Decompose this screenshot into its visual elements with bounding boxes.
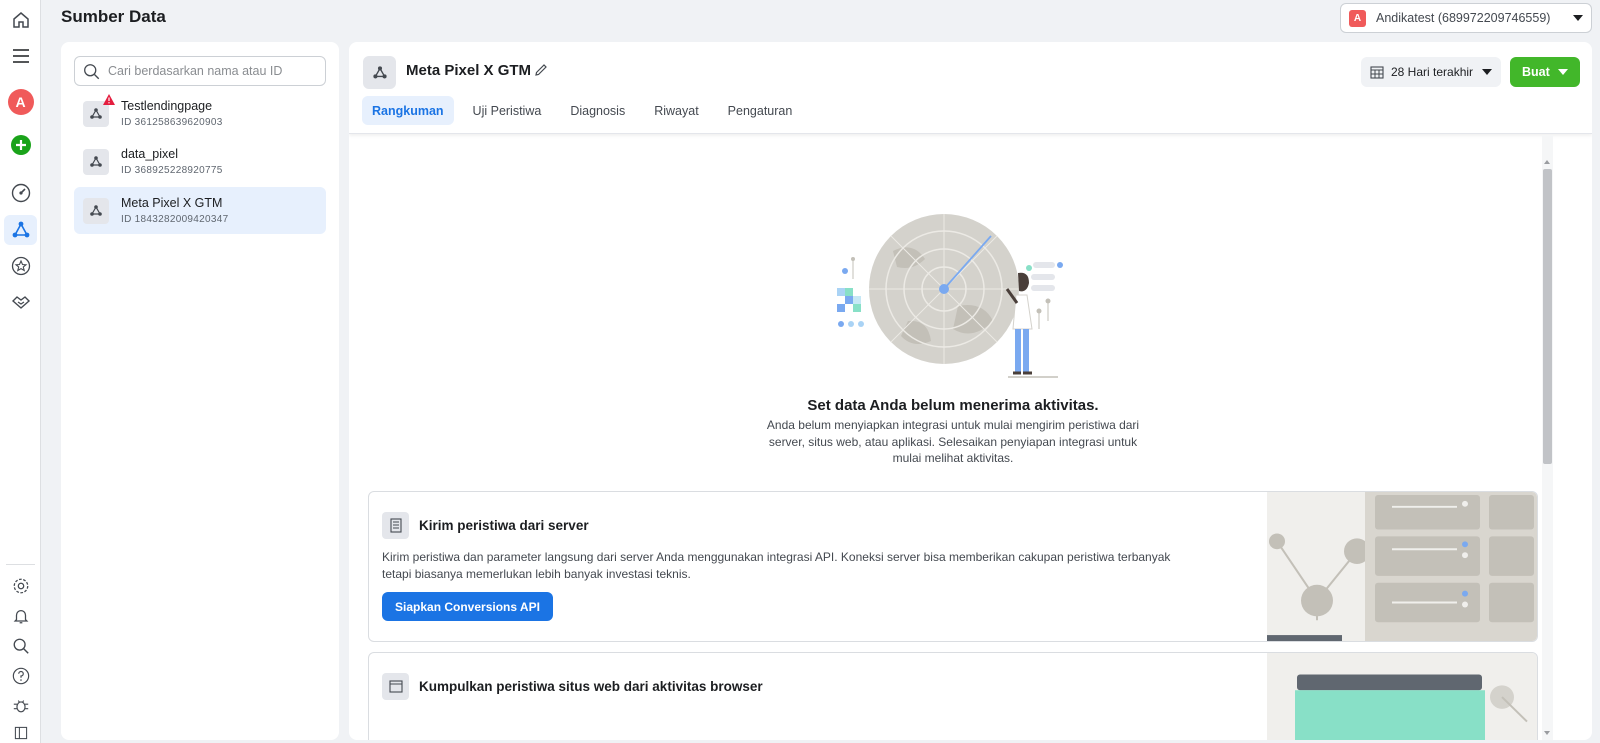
star-icon[interactable] <box>4 251 37 281</box>
server-illustration <box>1267 492 1537 641</box>
tab-pengaturan[interactable]: Pengaturan <box>718 96 803 125</box>
notifications-icon[interactable] <box>4 601 37 631</box>
search-icon <box>84 63 100 79</box>
tab-rangkuman[interactable]: Rangkuman <box>362 96 454 125</box>
search-input[interactable]: Cari berdasarkan nama atau ID <box>74 56 326 86</box>
sidebar-toggle-icon[interactable] <box>4 718 37 743</box>
scroll-down-arrow-icon[interactable] <box>1544 731 1550 735</box>
create-icon[interactable] <box>4 130 37 160</box>
settings-icon[interactable] <box>4 571 37 601</box>
account-badge: A <box>1349 9 1366 27</box>
help-icon[interactable] <box>4 661 37 691</box>
scroll-thumb[interactable] <box>1543 169 1552 464</box>
chevron-down-icon <box>1482 69 1492 75</box>
avatar-letter: A <box>7 89 34 115</box>
list-item[interactable]: data_pixel ID 368925228920775 <box>74 138 326 185</box>
tab-uji-peristiwa[interactable]: Uji Peristiwa <box>463 96 552 125</box>
pencil-icon[interactable] <box>533 62 549 78</box>
warning-icon <box>103 93 115 105</box>
list-item-name: Meta Pixel X GTM <box>121 196 223 210</box>
tab-bar: Rangkuman Uji Peristiwa Diagnosis Riwaya… <box>362 96 811 125</box>
date-range-picker[interactable]: 28 Hari terakhir <box>1361 57 1501 87</box>
list-item-id: ID 1843282009420347 <box>121 214 229 225</box>
dashboard-icon[interactable] <box>4 178 37 208</box>
setup-conversions-api-button[interactable]: Siapkan Conversions API <box>382 592 553 621</box>
search-placeholder: Cari berdasarkan nama atau ID <box>108 64 283 78</box>
chevron-down-icon <box>1558 69 1568 75</box>
pixel-icon <box>83 93 115 127</box>
account-name: Andikatest (689972209746559) <box>1376 11 1551 25</box>
pixel-icon <box>83 197 109 224</box>
browser-illustration <box>1267 653 1537 740</box>
list-item-name: Testlendingpage <box>121 99 213 113</box>
chevron-down-icon <box>1573 15 1583 21</box>
page-title: Sumber Data <box>61 7 166 26</box>
list-item[interactable]: Meta Pixel X GTM ID 1843282009420347 <box>74 187 326 234</box>
radar-illustration <box>837 214 1063 378</box>
main-panel: Meta Pixel X GTM Rangkuman Uji Peristiwa… <box>349 42 1592 740</box>
data-sources-icon[interactable] <box>4 215 37 245</box>
data-source-list: Cari berdasarkan nama atau ID Testlendin… <box>61 42 339 740</box>
browser-icon <box>382 673 409 700</box>
card-title: Kumpulkan peristiwa situs web dari aktiv… <box>419 679 763 694</box>
bug-icon[interactable] <box>4 691 37 721</box>
search-icon[interactable] <box>4 631 37 661</box>
calendar-icon <box>1370 66 1384 79</box>
card-description: Kirim peristiwa dan parameter langsung d… <box>382 550 1171 581</box>
tab-riwayat[interactable]: Riwayat <box>644 96 708 125</box>
empty-state-title: Set data Anda belum menerima aktivitas. <box>807 397 1099 414</box>
scrollbar[interactable] <box>1542 135 1553 740</box>
create-button[interactable]: Buat <box>1510 57 1580 87</box>
rail-divider <box>6 564 35 565</box>
scroll-up-arrow-icon[interactable] <box>1544 160 1550 164</box>
menu-icon[interactable] <box>4 41 37 71</box>
list-item-name: data_pixel <box>121 147 178 161</box>
card-title: Kirim peristiwa dari server <box>419 518 589 533</box>
summary-content: Set data Anda belum menerima aktivitas. … <box>349 135 1592 740</box>
browser-events-card: Kumpulkan peristiwa situs web dari aktiv… <box>368 652 1538 740</box>
list-item[interactable]: Testlendingpage ID 361258639620903 <box>74 90 326 137</box>
date-range-label: 28 Hari terakhir <box>1391 65 1474 79</box>
server-icon <box>382 512 409 539</box>
tab-diagnosis[interactable]: Diagnosis <box>560 96 635 125</box>
pixel-icon <box>83 148 109 175</box>
server-events-card: Kirim peristiwa dari server Kirim perist… <box>368 491 1538 642</box>
account-selector[interactable]: A Andikatest (689972209746559) <box>1340 3 1592 33</box>
list-item-id: ID 361258639620903 <box>121 117 223 128</box>
avatar[interactable]: A <box>4 87 37 117</box>
source-header: Meta Pixel X GTM Rangkuman Uji Peristiwa… <box>349 42 1592 134</box>
list-item-id: ID 368925228920775 <box>121 165 223 176</box>
global-nav-rail: A <box>0 0 41 743</box>
create-button-label: Buat <box>1522 65 1550 79</box>
home-icon[interactable] <box>4 5 37 35</box>
pixel-icon <box>363 56 396 89</box>
source-title: Meta Pixel X GTM <box>406 62 532 79</box>
empty-state-description: Anda belum menyiapkan integrasi untuk mu… <box>766 418 1140 465</box>
handshake-icon[interactable] <box>4 287 37 317</box>
